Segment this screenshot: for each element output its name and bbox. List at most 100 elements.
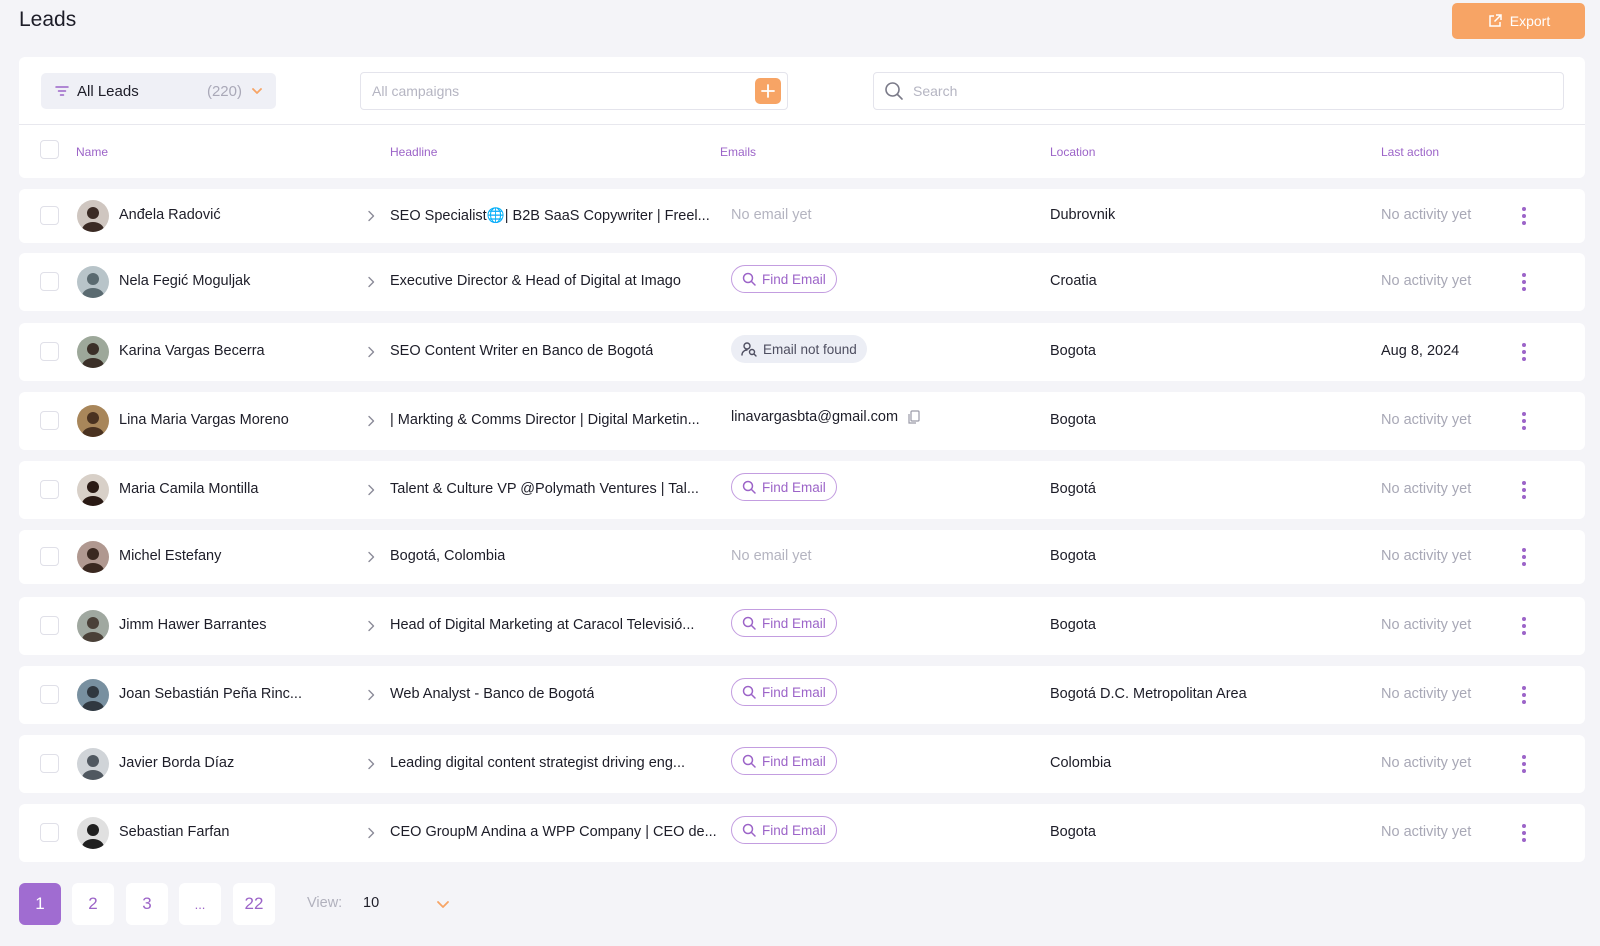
last-action: No activity yet	[1381, 548, 1472, 564]
row-checkbox[interactable]	[40, 480, 59, 499]
find-email-label: Find Email	[762, 753, 826, 769]
search-field[interactable]	[873, 72, 1564, 110]
table-row[interactable]: Nela Fegić Moguljak Executive Director & …	[19, 253, 1585, 311]
chevron-right-icon[interactable]	[366, 620, 376, 632]
chevron-right-icon[interactable]	[366, 415, 376, 427]
row-checkbox[interactable]	[40, 206, 59, 225]
table-row[interactable]: Maria Camila Montilla Talent & Culture VP…	[19, 461, 1585, 519]
find-email-label: Find Email	[762, 822, 826, 838]
kebab-icon[interactable]	[1521, 342, 1527, 362]
copy-icon[interactable]	[908, 410, 920, 424]
magnifier-icon	[742, 685, 756, 699]
row-checkbox[interactable]	[40, 272, 59, 291]
find-email-button[interactable]: Find Email	[731, 816, 837, 844]
lead-name[interactable]: Joan Sebastián Peña Rinc...	[119, 686, 302, 702]
search-input[interactable]	[913, 83, 1513, 99]
kebab-icon[interactable]	[1521, 272, 1527, 292]
export-label: Export	[1509, 13, 1551, 29]
table-row[interactable]: Michel Estefany Bogotá, Colombia No email …	[19, 530, 1585, 584]
lead-name[interactable]: Javier Borda Díaz	[119, 755, 234, 771]
table-row[interactable]: Lina Maria Vargas Moreno | Markting & Com…	[19, 392, 1585, 450]
chevron-down-icon[interactable]	[435, 896, 451, 912]
avatar	[77, 610, 109, 642]
lead-name[interactable]: Jimm Hawer Barrantes	[119, 617, 266, 633]
lead-name[interactable]: Michel Estefany	[119, 548, 221, 564]
lead-name[interactable]: Lina Maria Vargas Moreno	[119, 412, 289, 428]
lead-name[interactable]: Sebastian Farfan	[119, 824, 229, 840]
lead-name[interactable]: Nela Fegić Moguljak	[119, 273, 250, 289]
chevron-right-icon[interactable]	[366, 210, 376, 222]
chevron-right-icon[interactable]	[366, 551, 376, 563]
page-ellipsis[interactable]: ...	[179, 883, 221, 925]
kebab-icon[interactable]	[1521, 616, 1527, 636]
row-checkbox[interactable]	[40, 616, 59, 635]
lead-location: Bogota	[1050, 617, 1096, 633]
chevron-down-icon	[252, 88, 262, 94]
column-emails[interactable]: Emails	[720, 145, 756, 159]
view-per-page-select[interactable]: 10	[363, 895, 379, 911]
filter-lines-icon	[55, 86, 69, 96]
lead-location: Bogotá D.C. Metropolitan Area	[1050, 686, 1247, 702]
lead-name[interactable]: Karina Vargas Becerra	[119, 343, 265, 359]
last-action: No activity yet	[1381, 273, 1472, 289]
chevron-right-icon[interactable]	[366, 484, 376, 496]
table-row[interactable]: Joan Sebastián Peña Rinc... Web Analyst -…	[19, 666, 1585, 724]
kebab-icon[interactable]	[1521, 754, 1527, 774]
find-email-label: Find Email	[762, 684, 826, 700]
campaigns-select[interactable]: All campaigns	[360, 72, 788, 110]
find-email-button[interactable]: Find Email	[731, 265, 837, 293]
find-email-button[interactable]: Find Email	[731, 678, 837, 706]
table-row[interactable]: Jimm Hawer Barrantes Head of Digital Mark…	[19, 597, 1585, 655]
last-action: No activity yet	[1381, 686, 1472, 702]
chevron-right-icon[interactable]	[366, 346, 376, 358]
kebab-icon[interactable]	[1521, 206, 1527, 226]
find-email-label: Find Email	[762, 479, 826, 495]
table-row[interactable]: Anđela Radović SEO Specialist🌐| B2B SaaS …	[19, 189, 1585, 243]
export-button[interactable]: Export	[1452, 3, 1585, 39]
lead-location: Colombia	[1050, 755, 1112, 771]
add-campaign-button[interactable]	[755, 78, 781, 104]
email-value: linavargasbta@gmail.com	[731, 409, 920, 425]
page-button-1[interactable]: 1	[19, 883, 61, 925]
kebab-icon[interactable]	[1521, 685, 1527, 705]
column-headline[interactable]: Headline	[390, 145, 437, 159]
find-email-button[interactable]: Find Email	[731, 747, 837, 775]
chevron-right-icon[interactable]	[366, 276, 376, 288]
table-header: Name Headline Emails Location Last actio…	[19, 125, 1585, 178]
column-name[interactable]: Name	[76, 145, 108, 159]
last-action: No activity yet	[1381, 412, 1472, 428]
table-row[interactable]: Javier Borda Díaz Leading digital content…	[19, 735, 1585, 793]
avatar	[77, 266, 109, 298]
kebab-icon[interactable]	[1521, 823, 1527, 843]
row-checkbox[interactable]	[40, 342, 59, 361]
select-all-checkbox[interactable]	[40, 140, 59, 159]
table-row[interactable]: Sebastian Farfan CEO GroupM Andina a WPP …	[19, 804, 1585, 862]
row-checkbox[interactable]	[40, 754, 59, 773]
page-button-2[interactable]: 2	[72, 883, 114, 925]
find-email-label: Find Email	[762, 615, 826, 631]
column-last-action[interactable]: Last action	[1381, 145, 1439, 159]
row-checkbox[interactable]	[40, 685, 59, 704]
kebab-icon[interactable]	[1521, 547, 1527, 567]
column-location[interactable]: Location	[1050, 145, 1095, 159]
all-leads-dropdown[interactable]: All Leads (220)	[41, 73, 276, 109]
page-button-3[interactable]: 3	[126, 883, 168, 925]
row-checkbox[interactable]	[40, 547, 59, 566]
page-button-22[interactable]: 22	[233, 883, 275, 925]
chevron-right-icon[interactable]	[366, 758, 376, 770]
no-email-text: No email yet	[731, 207, 812, 223]
row-checkbox[interactable]	[40, 823, 59, 842]
lead-location: Bogota	[1050, 343, 1096, 359]
kebab-icon[interactable]	[1521, 411, 1527, 431]
find-email-button[interactable]: Find Email	[731, 609, 837, 637]
kebab-icon[interactable]	[1521, 480, 1527, 500]
lead-name[interactable]: Anđela Radović	[119, 207, 221, 223]
row-checkbox[interactable]	[40, 411, 59, 430]
avatar	[77, 200, 109, 232]
table-row[interactable]: Karina Vargas Becerra SEO Content Writer …	[19, 323, 1585, 381]
lead-name[interactable]: Maria Camila Montilla	[119, 481, 258, 497]
lead-location: Bogota	[1050, 548, 1096, 564]
find-email-button[interactable]: Find Email	[731, 473, 837, 501]
chevron-right-icon[interactable]	[366, 689, 376, 701]
chevron-right-icon[interactable]	[366, 827, 376, 839]
